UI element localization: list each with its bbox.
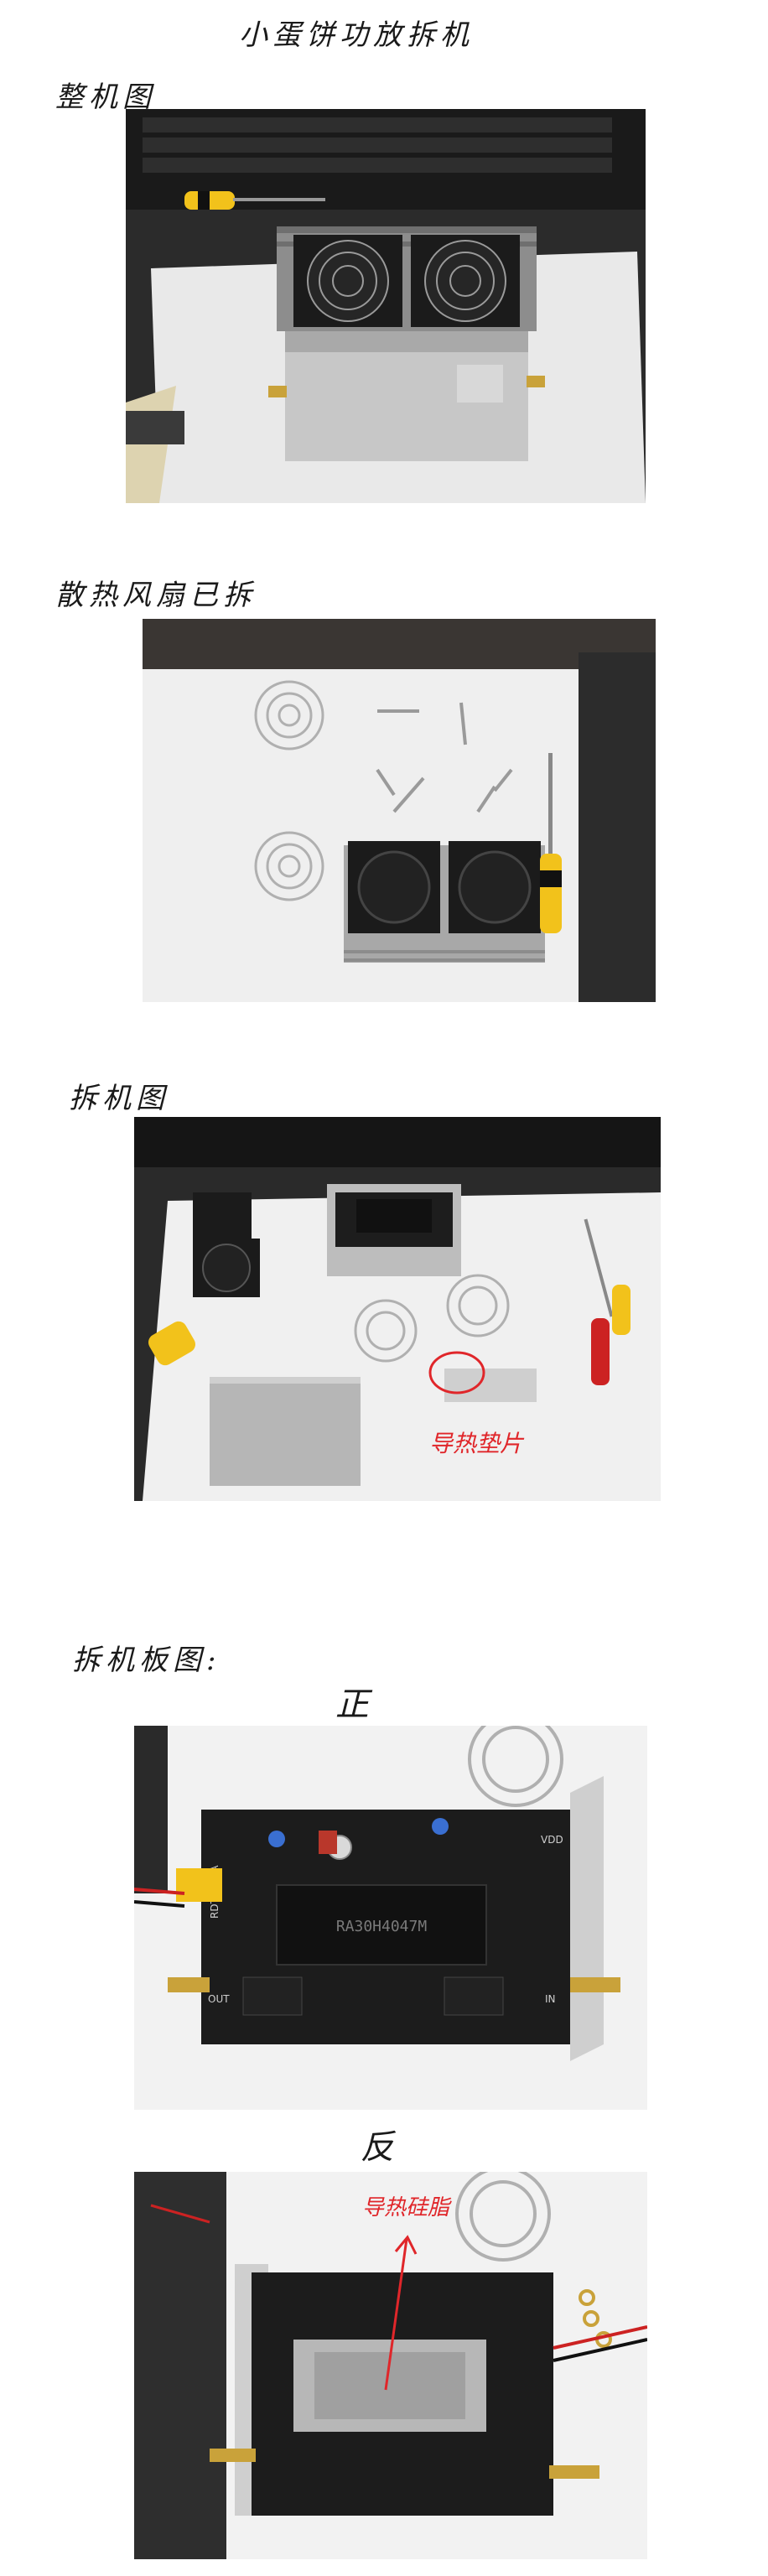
section-caption-teardown: 拆机图 [69,1082,169,1115]
photo-board-back [134,2172,647,2559]
photo-teardown [134,1117,661,1501]
annotation-thermal-shim: 导热垫片 [429,1430,524,1457]
annotation-thermal-paste: 导热硅脂 [362,2195,450,2220]
page-title: 小蛋饼功放拆机 [239,18,474,52]
chip-label: RA30H4047M [336,1918,428,1935]
board-out-label: OUT [208,1993,230,2005]
board-in-label: IN [545,1993,556,2005]
board-vdd-label: VDD [541,1834,563,1846]
photo-board-front: RA30H4047M VDD OUT IN RDT-1W5A [134,1726,647,2110]
label-front-side: 正 [335,1685,374,1724]
photo-whole-unit [126,109,646,503]
section-caption-board: 拆机板图: [72,1644,221,1677]
photo-fans-removed [143,619,656,1002]
section-caption-fans-removed: 散热风扇已拆 [55,579,257,612]
label-back-side: 反 [361,2128,399,2167]
